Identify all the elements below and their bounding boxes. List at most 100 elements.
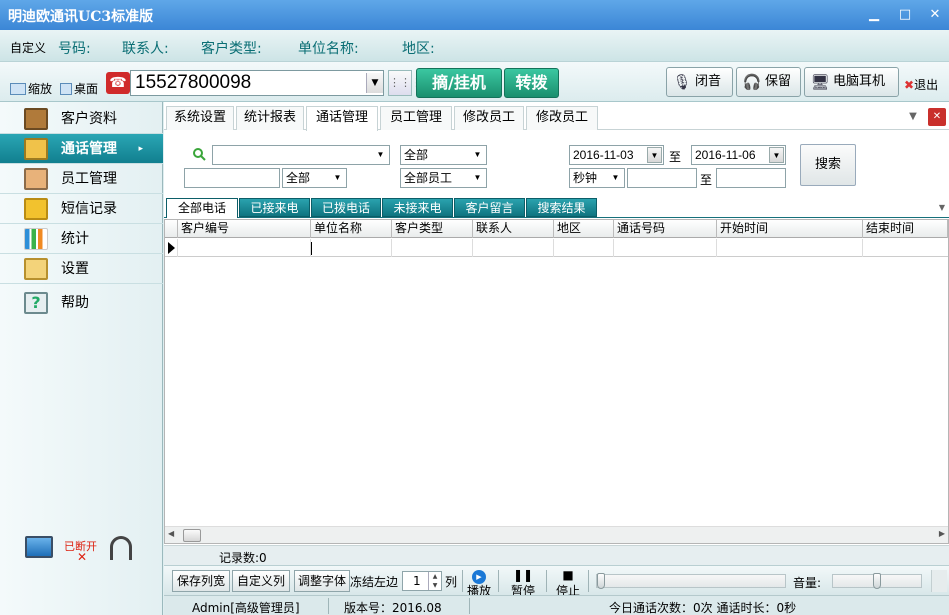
column-header-start-time[interactable]: 开始时间: [717, 220, 863, 238]
chevron-down-icon: ▼: [473, 150, 482, 159]
stop-button[interactable]: ■ 停止: [553, 568, 583, 598]
search-icon: [192, 147, 206, 161]
tab-staff-management[interactable]: 员工管理: [380, 106, 452, 130]
close-tab-button[interactable]: ✕: [928, 108, 946, 126]
desktop-button[interactable]: 桌面: [60, 80, 98, 97]
column-header-end-time[interactable]: 结束时间: [863, 220, 948, 238]
disconnected-x-icon: ✕: [77, 550, 88, 564]
tab-search-results[interactable]: 搜索结果: [526, 198, 597, 217]
hold-button[interactable]: 🎧 保留: [736, 67, 801, 97]
column-header-customer-id[interactable]: 客户编号: [178, 220, 311, 238]
shrink-label: 缩放: [28, 82, 53, 96]
sidebar-item-staff[interactable]: 员工管理: [0, 164, 163, 194]
call-management-icon: [24, 138, 48, 160]
tab-system-settings[interactable]: 系统设置: [166, 106, 234, 130]
sidebar-item-call-management[interactable]: 通话管理 ▸: [0, 134, 163, 164]
tab-customer-messages[interactable]: 客户留言: [454, 198, 525, 217]
table-cell[interactable]: [392, 239, 473, 257]
tab-all-calls[interactable]: 全部电话: [166, 198, 238, 218]
shrink-button[interactable]: 缩放: [10, 80, 52, 97]
tab-statistics-report[interactable]: 统计报表: [236, 106, 304, 130]
pickup-hangup-button[interactable]: 摘/挂机: [416, 68, 502, 98]
table-cell[interactable]: [614, 239, 717, 257]
search-text-field[interactable]: [184, 168, 280, 188]
date-to-picker[interactable]: 2016-11-06 ▼: [691, 145, 786, 165]
telephone-icon: ☎: [106, 72, 130, 94]
duration-unit-combo[interactable]: 秒钟 ▼: [569, 168, 625, 188]
duration-max-input[interactable]: [716, 168, 786, 188]
playback-progress-slider[interactable]: [596, 573, 786, 589]
duration-min-input[interactable]: [627, 168, 697, 188]
tab-edit-staff-2[interactable]: 修改员工: [526, 106, 598, 130]
table-cell[interactable]: [717, 239, 863, 257]
dial-keypad-button[interactable]: ⋮⋮⋮: [388, 70, 422, 96]
column-header-customer-type[interactable]: 客户类型: [392, 220, 473, 238]
record-count-bar: 记录数:0: [164, 545, 949, 565]
column-header-region[interactable]: 地区: [554, 220, 614, 238]
table-cell[interactable]: [178, 239, 311, 257]
volume-slider[interactable]: [832, 573, 922, 589]
minimize-button[interactable]: ▁: [866, 7, 882, 23]
horizontal-scrollbar[interactable]: ◀ ▶: [165, 526, 948, 543]
tab-answered-calls[interactable]: 已接来电: [239, 198, 310, 217]
staff-filter-combo[interactable]: 全部员工 ▼: [400, 168, 487, 188]
call-records-grid[interactable]: 客户编号 单位名称 客户类型 联系人 地区 通话号码 开始时间 结束时间 ◀ ▶: [164, 219, 949, 544]
scrollbar-thumb[interactable]: [183, 529, 201, 542]
table-cell[interactable]: [863, 239, 948, 257]
custom-button[interactable]: 自定义: [10, 39, 46, 56]
search-keyword-combo[interactable]: ▼: [212, 145, 390, 165]
exit-button[interactable]: ✖退出: [904, 76, 938, 93]
pause-button[interactable]: ❚❚ 暂停: [508, 568, 538, 598]
close-button[interactable]: ✕: [927, 7, 943, 23]
customize-columns-button[interactable]: 自定义列: [232, 570, 290, 592]
table-cell[interactable]: [473, 239, 554, 257]
hold-label: 保留: [765, 74, 792, 89]
slider-knob[interactable]: [873, 573, 881, 589]
freeze-column-stepper[interactable]: 1 ▲ ▼: [402, 571, 442, 591]
adjust-font-button[interactable]: 调整字体: [294, 570, 350, 592]
tab-call-management[interactable]: 通话管理: [306, 106, 378, 131]
scroll-right-icon[interactable]: ▶: [939, 529, 945, 538]
connection-status: 已断开 ✕: [22, 528, 134, 568]
column-header-company[interactable]: 单位名称: [311, 220, 392, 238]
tab-dialed-calls[interactable]: 已拨电话: [311, 198, 381, 217]
maximize-button[interactable]: □: [897, 7, 913, 23]
column-header-contact[interactable]: 联系人: [473, 220, 554, 238]
transfer-button[interactable]: 转拨: [504, 68, 559, 98]
pc-headset-button[interactable]: 🖥 电脑耳机: [804, 67, 899, 97]
table-row[interactable]: [165, 239, 948, 257]
toolbar-scroll[interactable]: [931, 570, 947, 592]
subtab-dropdown-icon[interactable]: ▼: [935, 200, 949, 216]
sidebar-item-settings[interactable]: 设置: [0, 254, 163, 284]
mute-button[interactable]: 🎙 闭音: [666, 67, 733, 97]
sidebar-item-label: 统计: [61, 231, 89, 247]
all-filter-combo-1[interactable]: 全部 ▼: [282, 168, 347, 188]
date-from-picker[interactable]: 2016-11-03 ▼: [569, 145, 664, 165]
sidebar-item-help[interactable]: ? 帮助: [0, 288, 163, 318]
sidebar-item-customers[interactable]: 客户资料: [0, 104, 163, 134]
table-cell[interactable]: [554, 239, 614, 257]
tab-missed-calls[interactable]: 未接来电: [382, 198, 453, 217]
stepper-arrows-icon[interactable]: ▲ ▼: [428, 572, 441, 590]
sidebar-item-statistics[interactable]: 统计: [0, 224, 163, 254]
version-label: 版本号：2016.08: [344, 601, 442, 615]
table-cell[interactable]: [311, 239, 392, 257]
slider-knob[interactable]: [597, 573, 605, 589]
sidebar-item-sms[interactable]: 短信记录: [0, 194, 163, 224]
search-button[interactable]: 搜索: [800, 144, 856, 186]
phone-number-input[interactable]: 15527800098: [130, 70, 384, 96]
column-header-phone-number[interactable]: 通话号码: [614, 220, 717, 238]
desktop-icon: [60, 83, 72, 95]
phone-history-dropdown[interactable]: ▼: [366, 73, 383, 93]
exit-label: 退出: [914, 78, 939, 92]
tab-edit-staff-1[interactable]: 修改员工: [454, 106, 524, 130]
save-column-width-button[interactable]: 保存列宽: [172, 570, 230, 592]
settings-icon: [24, 258, 48, 280]
scroll-left-icon[interactable]: ◀: [168, 529, 174, 538]
tab-list-dropdown-icon[interactable]: ▼: [904, 108, 922, 126]
mute-label: 闭音: [695, 74, 722, 89]
all-filter-combo-2[interactable]: 全部 ▼: [400, 145, 487, 165]
company-label: 单位名称:: [298, 41, 359, 57]
freeze-count-value: 1: [413, 574, 421, 588]
play-button[interactable]: ▶ 播放: [464, 568, 494, 598]
